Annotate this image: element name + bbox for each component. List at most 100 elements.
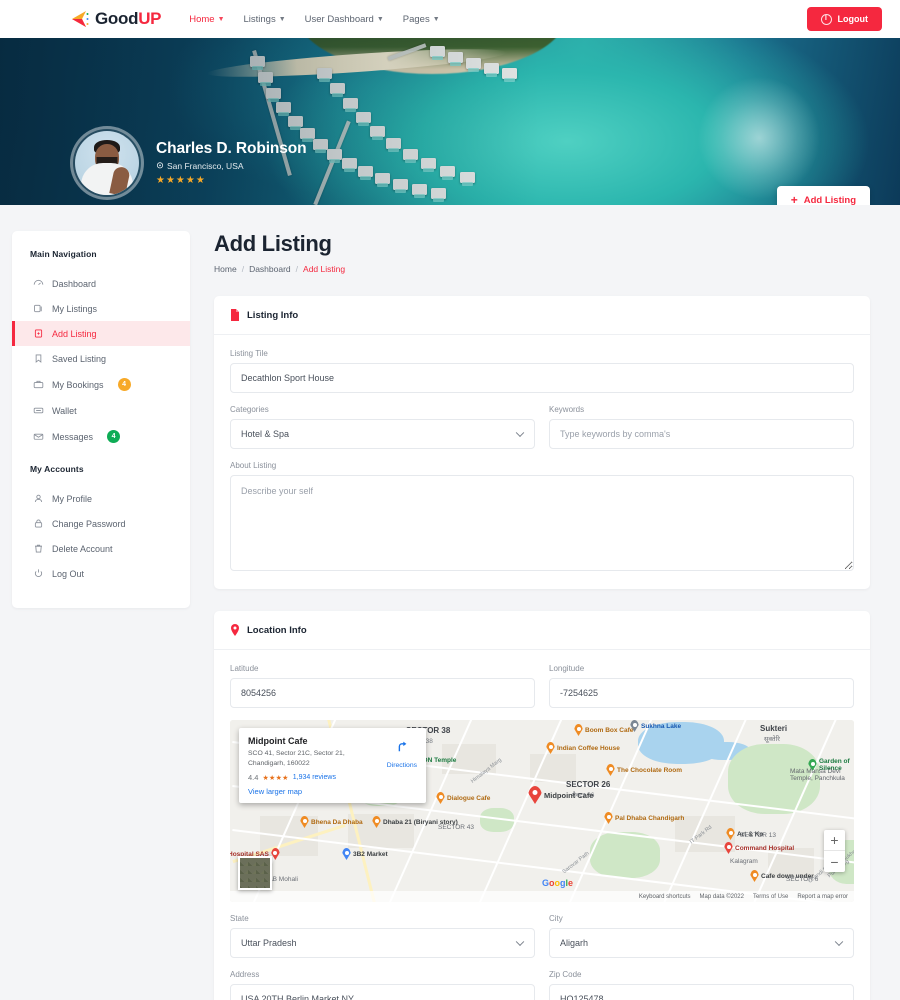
main-menu: Home ▼ Listings ▼ User Dashboard ▼ Pages ▼ bbox=[189, 14, 439, 25]
map-poi[interactable]: Sukhna Lake bbox=[630, 720, 681, 732]
sidebar-item-saved-listing[interactable]: Saved Listing bbox=[12, 346, 190, 371]
map-poi[interactable]: Command Hospital bbox=[724, 842, 794, 854]
sidebar-item-messages[interactable]: Messages 4 bbox=[12, 423, 190, 450]
map-pin-icon bbox=[546, 742, 555, 754]
about-listing-textarea[interactable] bbox=[230, 475, 854, 571]
rating-reviews[interactable]: 1,934 reviews bbox=[293, 774, 336, 781]
sidebar-item-label: My Profile bbox=[52, 493, 93, 504]
map-pin-icon bbox=[300, 816, 309, 828]
badge-bookings: 4 bbox=[117, 378, 131, 391]
report-map-error-link[interactable]: Report a map error bbox=[797, 894, 848, 900]
info-card-address-line1: SCO 41, Sector 21C, Sector 21, bbox=[248, 750, 345, 757]
chevron-down-icon: ▼ bbox=[278, 15, 286, 23]
field-keywords: Keywords bbox=[549, 405, 854, 461]
sidebar-item-change-password[interactable]: Change Password bbox=[12, 511, 190, 536]
field-address: Address bbox=[230, 970, 535, 1000]
top-navigation-bar: GoodUP Home ▼ Listings ▼ User Dashboard ▼ P… bbox=[0, 0, 900, 38]
map-poi[interactable]: Boom Box Cafe bbox=[574, 724, 633, 736]
map-label: सूक्तेरि bbox=[764, 736, 780, 743]
location-info-body: Latitude Longitude bbox=[214, 650, 870, 1000]
listing-info-header: Listing Info bbox=[214, 296, 870, 335]
map-poi-label: Sukhna Lake bbox=[641, 722, 682, 730]
map-footer: Keyboard shortcuts Map data ©2022 Terms … bbox=[230, 891, 854, 902]
add-listing-button[interactable]: + Add Listing bbox=[776, 186, 870, 205]
map-poi[interactable]: 3B2 Market bbox=[342, 848, 388, 860]
location-info-card: Location Info Latitude Longitude bbox=[214, 611, 870, 1000]
power-icon bbox=[820, 13, 832, 25]
nav-item-pages[interactable]: Pages ▼ bbox=[403, 14, 440, 25]
field-state: State Uttar Pradesh bbox=[230, 914, 535, 958]
state-select[interactable]: Uttar Pradesh bbox=[230, 928, 535, 958]
latitude-input[interactable] bbox=[230, 678, 535, 708]
sidebar-heading-main: Main Navigation bbox=[30, 249, 97, 259]
nav-label: Listings bbox=[243, 13, 276, 25]
city-label: City bbox=[549, 914, 563, 923]
keywords-input[interactable] bbox=[549, 419, 854, 449]
nav-item-user-dashboard[interactable]: User Dashboard ▼ bbox=[305, 14, 384, 25]
map-label: SECTOR 43 bbox=[438, 824, 475, 831]
profile-location-text: San Francisco, USA bbox=[167, 161, 244, 171]
listing-title-input[interactable] bbox=[230, 363, 854, 393]
sidebar-item-dashboard[interactable]: Dashboard bbox=[12, 271, 190, 296]
sidebar-item-label: Dashboard bbox=[52, 278, 97, 289]
sidebar-item-label: Add Listing bbox=[52, 328, 97, 339]
map-poi[interactable]: The Chocolate Room bbox=[606, 764, 682, 776]
sidebar-item-my-listings[interactable]: My Listings bbox=[12, 296, 190, 321]
sidebar-item-wallet[interactable]: Wallet bbox=[12, 398, 190, 423]
sidebar-item-label: My Listings bbox=[52, 303, 98, 314]
profile-name: Charles D. Robinson bbox=[156, 140, 307, 157]
logout-button[interactable]: Logout bbox=[806, 7, 882, 31]
map-poi[interactable]: Pal Dhaba Chandigarh bbox=[604, 812, 684, 824]
add-listing-icon bbox=[33, 328, 44, 339]
sidebar-item-my-bookings[interactable]: My Bookings 4 bbox=[12, 371, 190, 398]
sidebar-item-log-out[interactable]: Log Out bbox=[12, 561, 190, 586]
map-zoom-controls: + − bbox=[824, 830, 845, 872]
map-street-view-thumbnail[interactable] bbox=[238, 856, 272, 890]
location-map[interactable]: Boom Box Cafe Indian Coffee House The Ch… bbox=[230, 720, 854, 902]
nav-item-home[interactable]: Home ▼ bbox=[189, 14, 224, 25]
city-select[interactable]: Aligarh bbox=[549, 928, 854, 958]
sidebar-item-label: Delete Account bbox=[52, 543, 113, 554]
nav-label: Home bbox=[189, 13, 215, 25]
listings-icon bbox=[33, 303, 44, 314]
map-info-card: Midpoint Cafe SCO 41, Sector 21C, Sector… bbox=[239, 728, 426, 804]
wallet-icon bbox=[33, 405, 44, 416]
arrow-logo-icon bbox=[70, 9, 90, 29]
directions-button[interactable]: Directions bbox=[387, 739, 417, 772]
map-pin-icon bbox=[342, 848, 351, 860]
sidebar-item-delete-account[interactable]: Delete Account bbox=[12, 536, 190, 561]
address-input[interactable] bbox=[230, 984, 535, 1000]
city-select-wrapper: Aligarh bbox=[549, 928, 854, 958]
map-poi[interactable]: Dialogue Cafe bbox=[436, 792, 490, 804]
map-poi-label: Boom Box Cafe bbox=[585, 726, 634, 734]
field-city: City Aligarh bbox=[549, 914, 854, 970]
lock-icon bbox=[33, 518, 44, 529]
sidebar-item-add-listing[interactable]: Add Listing bbox=[12, 321, 190, 346]
page-content: Main Navigation Dashboard My Listings Ad… bbox=[0, 205, 900, 1000]
longitude-input[interactable] bbox=[549, 678, 854, 708]
sidebar-item-label: My Bookings bbox=[52, 379, 104, 390]
view-larger-map-link[interactable]: View larger map bbox=[248, 787, 417, 796]
map-poi[interactable]: Bhena Da Dhaba bbox=[300, 816, 363, 828]
map-pin-icon bbox=[436, 792, 445, 804]
brand-logo[interactable]: GoodUP bbox=[70, 9, 162, 29]
main-content: Add Listing Home / Dashboard / Add Listi… bbox=[214, 231, 870, 1000]
sidebar-item-my-profile[interactable]: My Profile bbox=[12, 486, 190, 511]
state-label: State bbox=[230, 914, 249, 923]
map-zoom-in-button[interactable]: + bbox=[824, 830, 845, 851]
terms-of-use-link[interactable]: Terms of Use bbox=[753, 894, 788, 900]
nav-item-listings[interactable]: Listings ▼ bbox=[244, 14, 286, 25]
map-poi-label: Pal Dhaba Chandigarh bbox=[615, 814, 685, 822]
map-pin-icon bbox=[270, 848, 280, 860]
map-zoom-out-button[interactable]: − bbox=[824, 851, 845, 872]
categories-select[interactable]: Hotel & Spa bbox=[230, 419, 535, 449]
map-pin-icon bbox=[604, 812, 613, 824]
zip-code-input[interactable] bbox=[549, 984, 854, 1000]
keyboard-shortcuts-link[interactable]: Keyboard shortcuts bbox=[639, 894, 691, 900]
map-poi[interactable]: Indian Coffee House bbox=[546, 742, 620, 754]
map-label: Kalagram bbox=[730, 858, 758, 865]
map-poi-label: Indian Coffee House bbox=[557, 744, 620, 752]
breadcrumb-dashboard[interactable]: Dashboard bbox=[249, 264, 291, 274]
breadcrumb-home[interactable]: Home bbox=[214, 264, 237, 274]
nav-label: Pages bbox=[402, 13, 430, 25]
